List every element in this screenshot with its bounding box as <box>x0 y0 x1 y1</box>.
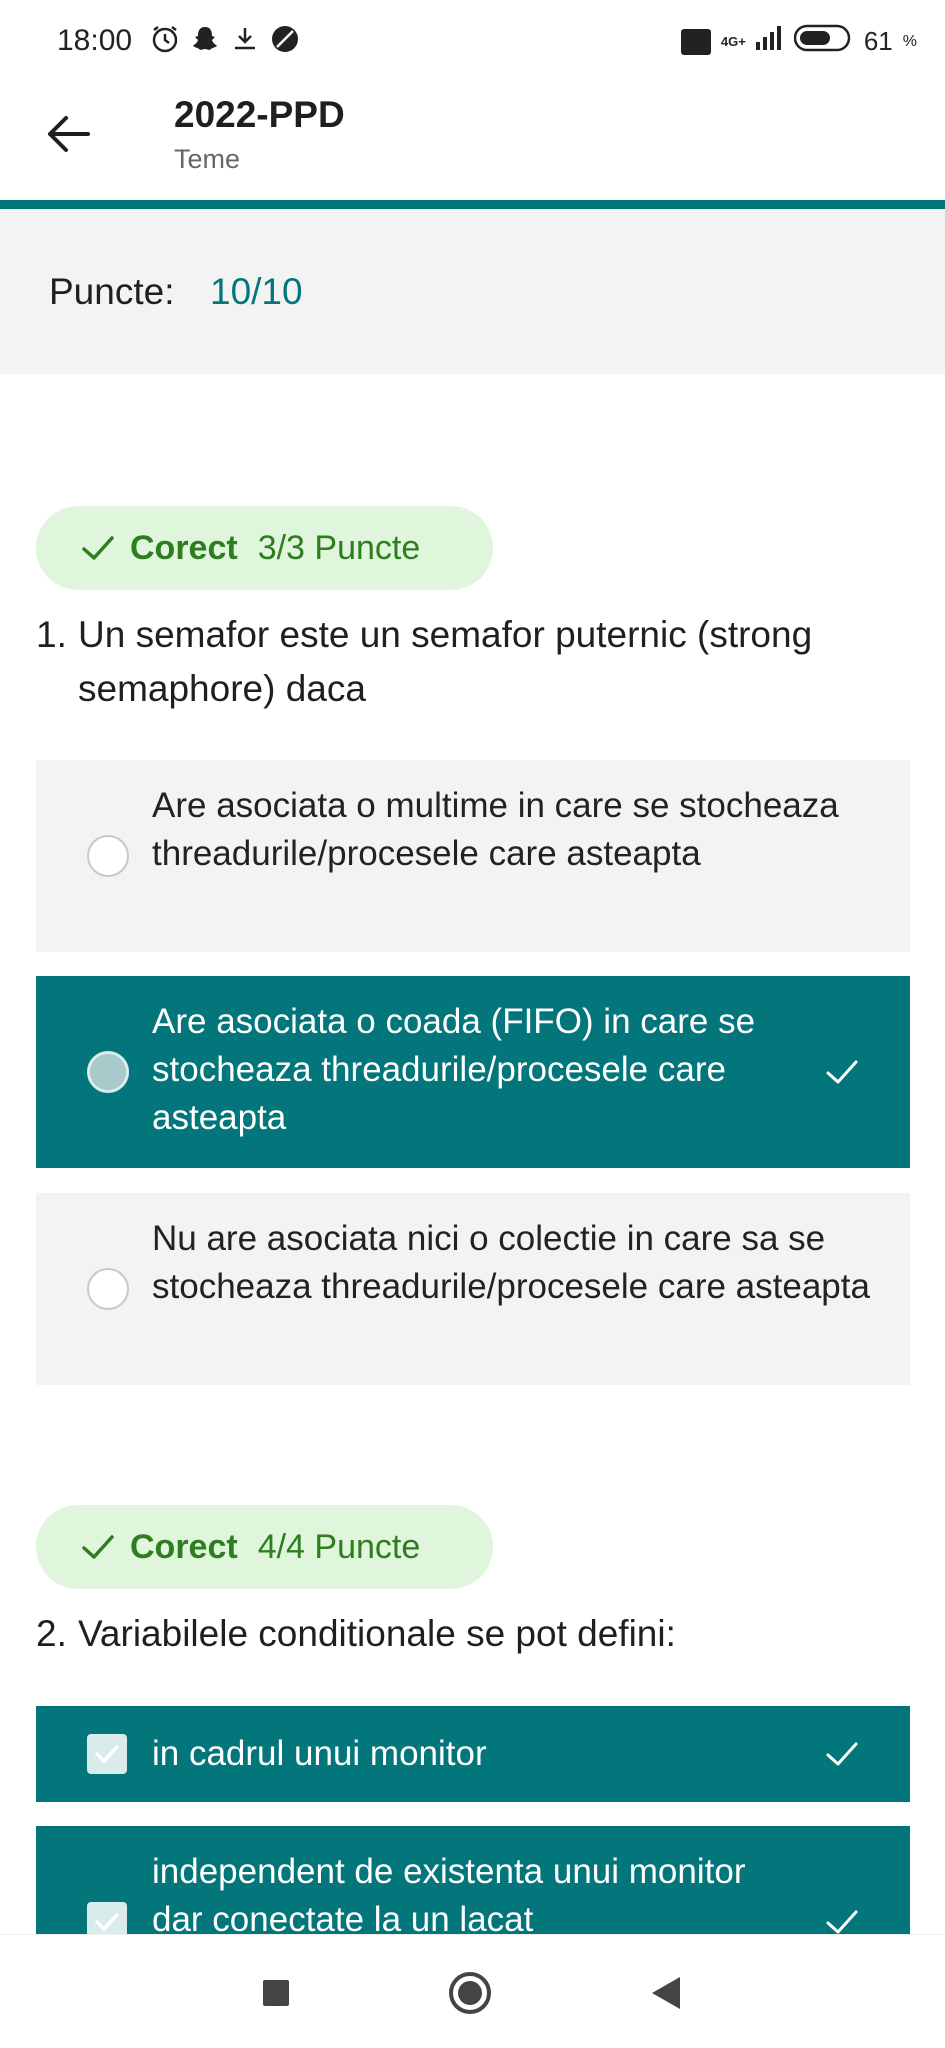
correct-check-icon <box>826 1910 858 1934</box>
recents-button[interactable] <box>254 1971 298 2015</box>
checkbox-checked[interactable] <box>87 1902 127 1934</box>
badge-points: 3/3 Puncte <box>257 528 421 567</box>
question-1-result-badge: Corect 3/3 Puncte <box>36 506 493 590</box>
checkbox-check-icon <box>95 1913 119 1931</box>
correct-check-icon <box>826 1060 858 1084</box>
page-subtitle: Teme <box>174 144 241 174</box>
option-text: in cadrul unui monitor <box>152 1734 487 1773</box>
score-label: Puncte: <box>49 271 175 312</box>
question-1-option-1[interactable]: Are asociata o multime in care se stoche… <box>36 760 910 952</box>
question-text: Un semafor este un semafor puternic (str… <box>78 614 813 709</box>
option-text: independent de existenta unui monitor da… <box>152 1852 746 1934</box>
back-button[interactable] <box>38 104 98 164</box>
option-text: Are asociata o coada (FIFO) in care se s… <box>152 1002 756 1137</box>
option-text: Are asociata o multime in care se stoche… <box>152 786 839 873</box>
header-divider <box>0 200 945 209</box>
question-2-option-2[interactable]: independent de existenta unui monitor da… <box>36 1826 910 1934</box>
volte-icon <box>680 28 711 55</box>
download-icon <box>230 24 260 54</box>
check-icon <box>82 536 114 560</box>
status-time: 18:00 <box>57 24 133 57</box>
circle-icon <box>449 1972 491 2014</box>
back-arrow-icon <box>48 116 90 152</box>
status-bar: 18:00 4G+ 61 % <box>0 0 945 84</box>
status-notification-icons <box>150 24 300 54</box>
check-icon <box>82 1535 114 1559</box>
correct-check-icon <box>826 1742 858 1766</box>
option-text: Nu are asociata nici o colectie in care … <box>152 1219 870 1306</box>
radio-button-selected[interactable] <box>87 1051 129 1093</box>
signal-icon <box>755 26 784 57</box>
question-1: 1. Un semafor este un semafor puternic (… <box>36 608 876 716</box>
score-value: 10/10 <box>210 271 303 312</box>
status-right-icons: 4G+ 61 % <box>680 24 917 59</box>
question-text: Variabilele conditionale se pot defini: <box>78 1613 676 1654</box>
triangle-back-icon <box>652 1977 680 2009</box>
badge-points: 4/4 Puncte <box>257 1527 421 1566</box>
alarm-icon <box>150 24 180 54</box>
question-2: 2. Variabilele conditionale se pot defin… <box>36 1607 876 1661</box>
radio-button[interactable] <box>87 1268 129 1310</box>
battery-icon <box>793 24 854 59</box>
checkbox-checked[interactable] <box>87 1734 127 1774</box>
radio-button[interactable] <box>87 835 129 877</box>
question-number: 2. <box>36 1613 67 1654</box>
system-nav-bar <box>0 1934 945 2048</box>
square-icon <box>263 1980 289 2006</box>
app-header: 2022-PPD Teme <box>0 84 945 200</box>
battery-level: 61 <box>863 26 893 56</box>
home-button[interactable] <box>448 1971 492 2015</box>
badge-label: Corect <box>130 1527 238 1566</box>
network-label: 4G+ <box>720 34 746 49</box>
checkbox-check-icon <box>95 1745 119 1763</box>
battery-unit: % <box>902 32 917 50</box>
back-nav-button[interactable] <box>644 1971 688 2015</box>
question-1-option-3[interactable]: Nu are asociata nici o colectie in care … <box>36 1193 910 1385</box>
question-number: 1. <box>36 614 67 655</box>
page-title: 2022-PPD <box>174 94 345 135</box>
no-disturb-icon <box>270 24 300 54</box>
snapchat-icon <box>190 24 220 54</box>
question-2-option-1[interactable]: in cadrul unui monitor <box>36 1706 910 1802</box>
badge-label: Corect <box>130 528 238 567</box>
question-1-option-2[interactable]: Are asociata o coada (FIFO) in care se s… <box>36 976 910 1168</box>
question-2-result-badge: Corect 4/4 Puncte <box>36 1505 493 1589</box>
score-panel: Puncte: 10/10 <box>0 209 945 374</box>
